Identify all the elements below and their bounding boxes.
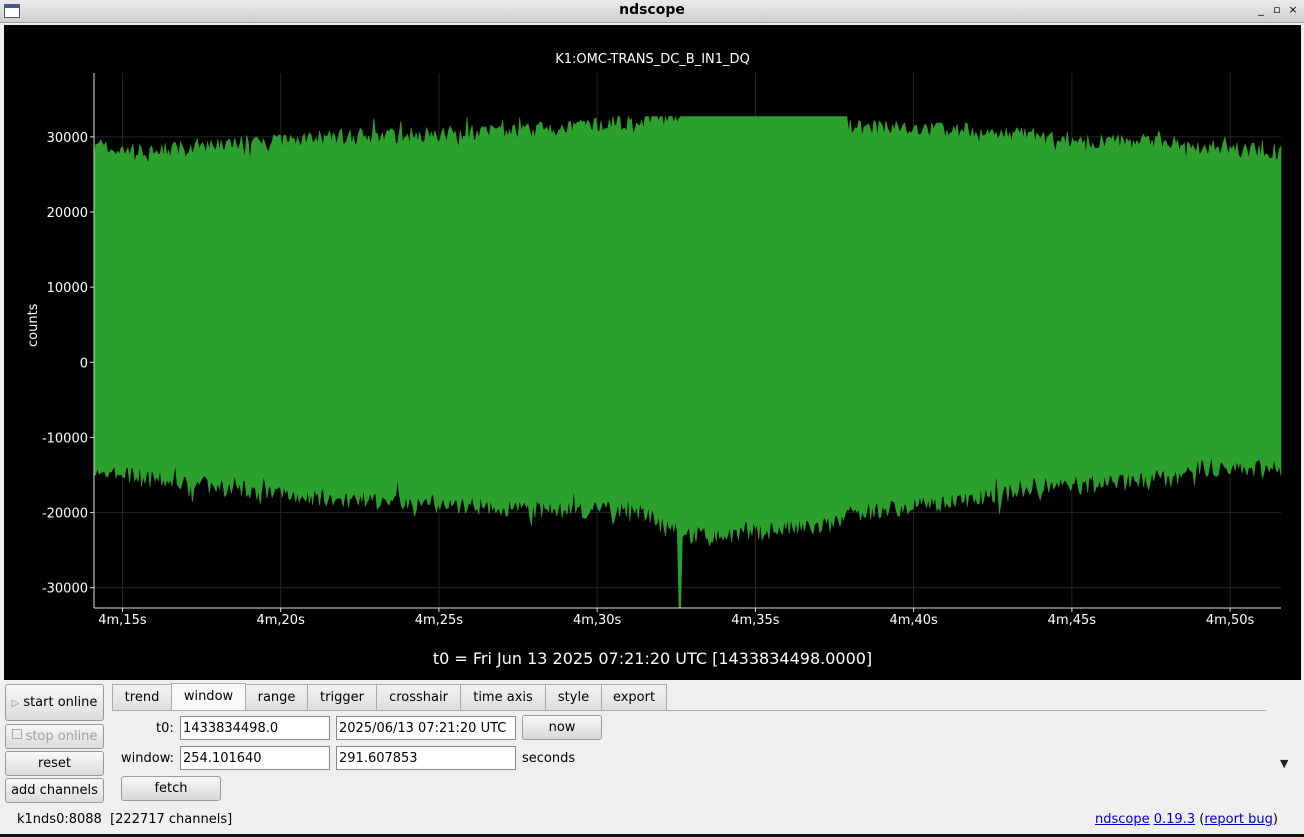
version-info: ndscope 0.19.3 (report bug): [1095, 812, 1278, 827]
t0-utc-input[interactable]: [336, 716, 516, 740]
tab-crosshair[interactable]: crosshair: [376, 684, 461, 710]
window-start-input[interactable]: [180, 746, 330, 770]
y-tick-label: -10000: [42, 431, 88, 446]
play-icon: ▷: [11, 698, 20, 709]
start-online-button[interactable]: ▷ start online: [5, 684, 104, 721]
window-title: ndscope: [619, 2, 685, 18]
ndscope-link[interactable]: ndscope: [1095, 812, 1150, 827]
x-tick-label: 4m,25s: [415, 613, 464, 628]
paren-open: (: [1195, 812, 1205, 827]
y-tick-label: -20000: [42, 507, 88, 522]
maximize-icon[interactable]: ▫: [1270, 3, 1284, 17]
stop-online-label: stop online: [25, 729, 98, 744]
x-tick-label: 4m,50s: [1206, 613, 1255, 628]
window-label: window:: [121, 751, 174, 766]
tab-window[interactable]: window: [171, 683, 246, 711]
t0-readout: t0 = Fri Jun 13 2025 07:21:20 UTC [14338…: [432, 649, 873, 668]
y-tick-label: 30000: [47, 131, 88, 146]
x-tick-label: 4m,35s: [731, 613, 780, 628]
report-bug-link[interactable]: report bug: [1204, 812, 1273, 827]
now-button[interactable]: now: [522, 715, 602, 740]
close-icon[interactable]: ×: [1286, 3, 1300, 17]
tab-range[interactable]: range: [245, 684, 308, 710]
t0-gps-input[interactable]: [180, 716, 330, 740]
tab-export[interactable]: export: [601, 684, 667, 710]
x-tick-label: 4m,40s: [889, 613, 938, 628]
status-bar: k1nds0:8088 [222717 channels]: [17, 812, 232, 827]
version-link[interactable]: 0.19.3: [1154, 812, 1195, 827]
tab-style[interactable]: style: [545, 684, 602, 710]
plot-area[interactable]: K1:OMC-TRANS_DC_B_IN1_DQ counts 30000 200…: [4, 25, 1301, 680]
stop-online-button: stop online: [5, 724, 104, 749]
fetch-button[interactable]: fetch: [121, 776, 221, 801]
tab-trend[interactable]: trend: [112, 684, 172, 710]
channel-count: [222717 channels]: [110, 812, 233, 827]
reset-button[interactable]: reset: [5, 751, 104, 776]
stop-square-icon: [11, 729, 22, 739]
plot-canvas[interactable]: 30000 20000 10000 0 -10000 -20000 -30000 4m,15s…: [4, 25, 1301, 680]
tab-divider: [112, 710, 1266, 711]
expand-arrow-icon[interactable]: ▼: [1280, 757, 1288, 770]
signal-trace: [93, 115, 1282, 609]
start-online-label: start online: [23, 695, 98, 710]
y-tick-label: 20000: [47, 206, 88, 221]
y-tick-label: 10000: [47, 281, 88, 296]
server-address: k1nds0:8088: [17, 812, 102, 827]
paren-close: ): [1272, 812, 1278, 827]
seconds-label: seconds: [522, 751, 576, 766]
window-end-input[interactable]: [336, 746, 516, 770]
x-tick-label: 4m,15s: [98, 613, 147, 628]
x-tick-label: 4m,20s: [256, 613, 305, 628]
title-bar: ndscope _ ▫ ×: [0, 0, 1304, 23]
minimize-icon[interactable]: _: [1254, 3, 1268, 17]
tab-time-axis[interactable]: time axis: [460, 684, 546, 710]
y-tick-label: -30000: [42, 582, 88, 597]
y-tick-label: 0: [80, 356, 88, 371]
x-tick-label: 4m,30s: [573, 613, 622, 628]
add-channels-button[interactable]: add channels: [5, 778, 104, 803]
tab-trigger[interactable]: trigger: [307, 684, 377, 710]
x-tick-label: 4m,45s: [1048, 613, 1097, 628]
t0-label: t0:: [156, 721, 174, 736]
